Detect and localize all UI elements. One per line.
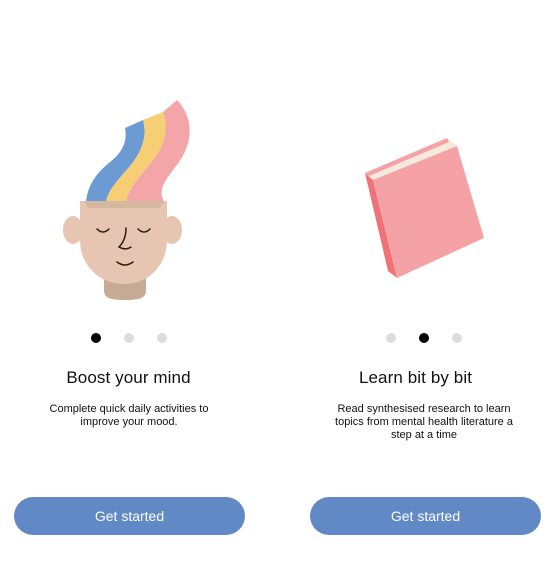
- onboarding-slide-learn: Learn bit by bit Read synthesised resear…: [277, 0, 554, 578]
- slide-title: Boost your mind: [66, 368, 191, 387]
- head-opening: [84, 201, 164, 208]
- pagination-dots: [277, 333, 554, 343]
- onboarding-slide-boost: Boost your mind Complete quick daily act…: [0, 0, 277, 578]
- book-icon: [365, 138, 484, 278]
- get-started-button[interactable]: Get started: [14, 497, 245, 535]
- pagination-dot-2[interactable]: [419, 333, 429, 343]
- head-with-rainbow-icon: [63, 100, 190, 300]
- pagination-dots: [0, 333, 277, 343]
- slide-description: Complete quick daily activities to impro…: [49, 403, 209, 428]
- pagination-dot-2[interactable]: [124, 333, 134, 343]
- illustration: [277, 0, 554, 320]
- pagination-dot-3[interactable]: [452, 333, 462, 343]
- pagination-dot-3[interactable]: [157, 333, 167, 343]
- illustration: [0, 0, 277, 320]
- head: [80, 201, 167, 284]
- slide-description: Read synthesised research to learn topic…: [335, 403, 513, 441]
- pagination-dot-1[interactable]: [91, 333, 101, 343]
- slide-title: Learn bit by bit: [358, 368, 473, 387]
- get-started-button[interactable]: Get started: [310, 497, 541, 535]
- pagination-dot-1[interactable]: [386, 333, 396, 343]
